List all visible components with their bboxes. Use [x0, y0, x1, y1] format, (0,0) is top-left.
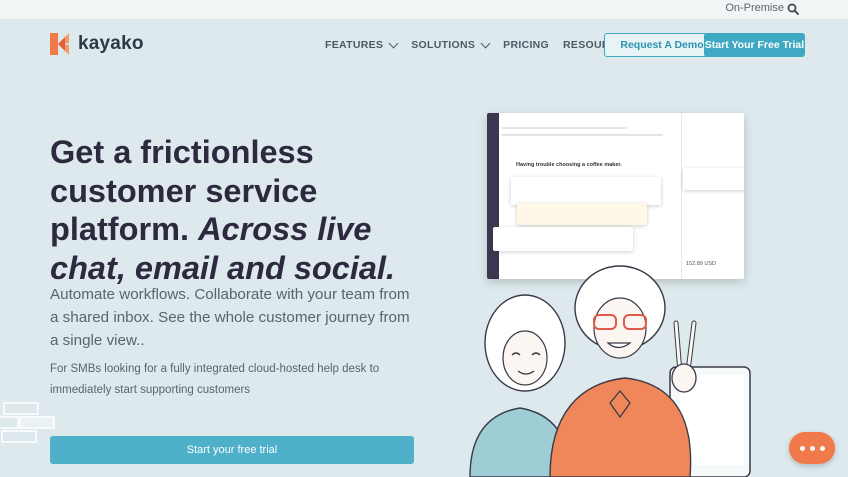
- app-screenshot: Having trouble choosing a coffee maker. …: [487, 113, 744, 279]
- decorative-bricks: [0, 402, 55, 443]
- logo[interactable]: kayako: [50, 33, 144, 55]
- utility-bar: On-Premise: [0, 0, 848, 19]
- chevron-down-icon: [480, 38, 491, 48]
- nav-pricing[interactable]: PRICING: [503, 39, 549, 51]
- nav-features-label: FEATURES: [325, 39, 384, 51]
- on-premise-link[interactable]: On-Premise: [725, 2, 784, 14]
- hero-title: Get a frictionless customer service plat…: [50, 133, 430, 287]
- hero-subtitle: Automate workflows. Collaborate with you…: [50, 286, 410, 349]
- reply-card: [493, 227, 633, 251]
- hero-description: For SMBs looking for a fully integrated …: [50, 363, 380, 396]
- people-illustration: [469, 265, 751, 477]
- search-icon[interactable]: [787, 3, 799, 15]
- kayako-logo-icon: [50, 33, 69, 55]
- nav-solutions[interactable]: SOLUTIONS: [411, 38, 491, 51]
- agent-popover: [683, 168, 744, 190]
- conversation-title: Having trouble choosing a coffee maker.: [516, 162, 622, 168]
- start-trial-button[interactable]: Start Your Free Trial: [704, 33, 805, 57]
- nav-pricing-label: PRICING: [503, 39, 550, 51]
- nav-solutions-label: SOLUTIONS: [411, 39, 476, 51]
- chat-bubble-icon[interactable]: [789, 432, 835, 464]
- note-card: [517, 203, 647, 225]
- app-sidebar: [487, 113, 499, 279]
- nav-features[interactable]: FEATURES: [325, 38, 399, 51]
- request-demo-button[interactable]: Request A Demo: [604, 33, 720, 57]
- customer-panel: [681, 113, 744, 279]
- logo-text: kayako: [78, 33, 144, 54]
- hero-trial-button[interactable]: Start your free trial: [50, 436, 414, 464]
- message-card: [511, 177, 661, 205]
- chevron-down-icon: [388, 38, 399, 48]
- main-nav: kayako FEATURES SOLUTIONS PRICING RESOUR…: [0, 19, 848, 75]
